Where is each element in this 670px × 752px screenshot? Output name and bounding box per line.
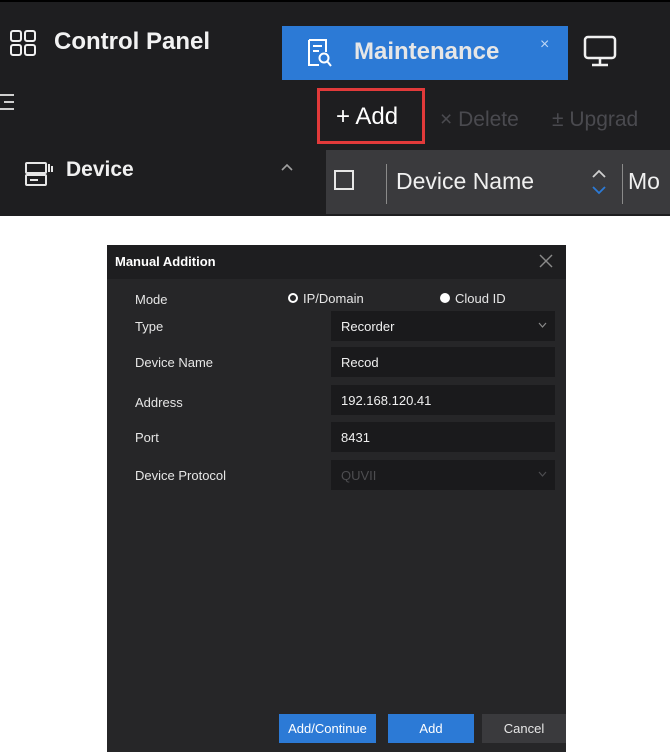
type-value: Recorder [341,319,395,334]
column-header-next[interactable]: Mo [628,168,660,195]
mode-radio-ip-domain[interactable]: IP/Domain [288,290,398,308]
manual-addition-dialog: Manual Addition Mode IP/Domain Cloud ID … [107,245,566,752]
dialog-title: Manual Addition [115,254,216,269]
device-protocol-select[interactable]: QUVII [331,460,555,490]
dialog-header: Manual Addition [107,245,566,279]
device-protocol-label: Device Protocol [135,468,227,483]
monitor-icon[interactable] [582,34,622,70]
column-divider [622,164,623,204]
upgrade-button[interactable]: ± Upgrad [552,108,638,132]
port-value: 8431 [341,430,370,445]
add-button[interactable]: Add [388,714,474,743]
type-label: Type [135,319,164,334]
select-all-checkbox[interactable] [334,170,354,190]
app-window-strip: Control Panel Maintenance × Device + Add… [0,0,670,216]
type-select[interactable]: Recorder [331,311,555,341]
address-value: 192.168.120.41 [341,393,432,408]
add-device-button[interactable]: + Add [317,88,425,144]
mode-label: Mode [135,292,168,307]
delete-button[interactable]: × Delete [440,108,519,132]
column-header-device-name[interactable]: Device Name [396,168,534,195]
mode-radio-cloud-id[interactable]: Cloud ID [440,290,540,308]
top-border [0,0,670,2]
tab-maintenance-label: Maintenance [354,38,500,65]
tab-control-panel-label: Control Panel [54,28,211,55]
mode-option-label: IP/Domain [303,291,364,306]
device-protocol-value: QUVII [341,468,377,483]
device-table-header: Device Name Mo [326,150,670,214]
address-label: Address [135,395,183,410]
tab-control-panel[interactable]: Control Panel [0,10,270,76]
grid-icon [10,30,36,56]
column-divider [386,164,387,204]
chevron-up-icon[interactable] [280,162,294,172]
port-input[interactable]: 8431 [331,422,555,452]
chevron-down-icon [538,471,547,477]
radio-selected-icon [288,293,298,303]
add-device-label: + Add [336,103,399,130]
sidebar-item-device[interactable]: Device [0,146,316,196]
cancel-button[interactable]: Cancel [482,714,566,743]
port-label: Port [135,430,159,445]
mode-option-label: Cloud ID [455,291,506,306]
collapse-menu-icon[interactable] [0,92,22,114]
tab-close-icon[interactable]: × [540,36,549,54]
device-name-value: Recod [341,355,379,370]
sort-icon[interactable] [590,164,608,200]
close-icon[interactable] [538,253,554,269]
device-name-label: Device Name [135,355,214,370]
sidebar-item-label: Device [66,158,134,181]
add-continue-button[interactable]: Add/Continue [279,714,376,743]
radio-icon [440,293,450,303]
address-input[interactable]: 192.168.120.41 [331,385,555,415]
device-name-input[interactable]: Recod [331,347,555,377]
chevron-down-icon [538,322,547,328]
maintenance-doc-icon [308,39,332,67]
device-recorder-icon [25,162,53,186]
tab-maintenance[interactable]: Maintenance × [282,26,568,80]
